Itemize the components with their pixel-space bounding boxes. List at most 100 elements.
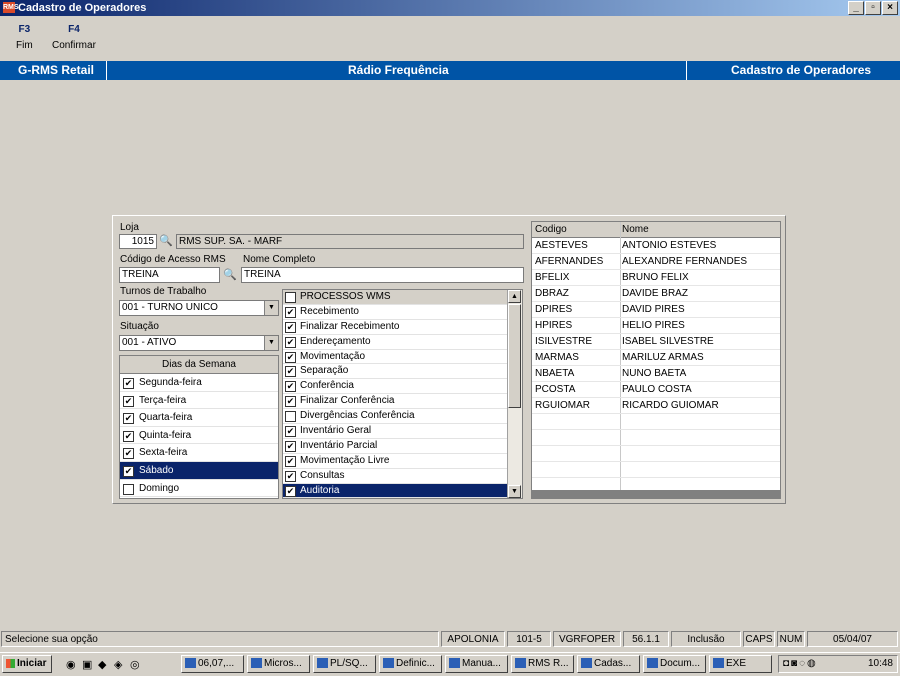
codigo-search-icon[interactable]: 🔍 <box>223 268 237 282</box>
tray-icons[interactable]: ◘◙◌◍ <box>783 656 818 672</box>
table-row-empty[interactable] <box>532 430 780 446</box>
quicklaunch-app-icon[interactable]: ◆ <box>98 658 106 671</box>
table-row[interactable]: HPIRES HELIO PIRES <box>532 318 780 334</box>
quicklaunch-app2-icon[interactable]: ◈ <box>114 658 122 671</box>
taskbar-item[interactable]: Manua... <box>445 655 508 673</box>
table-row[interactable]: NBAETA NUNO BAETA <box>532 366 780 382</box>
table-row[interactable]: MARMAS MARILUZ ARMAS <box>532 350 780 366</box>
day-item[interactable]: ✔ Quarta-feira <box>120 409 278 427</box>
day-item[interactable]: Domingo <box>120 480 278 498</box>
column-header-codigo[interactable]: Codigo <box>535 222 567 237</box>
table-row[interactable]: AESTEVES ANTONIO ESTEVES <box>532 238 780 254</box>
f4-confirmar-button[interactable]: F4 Confirmar <box>52 24 96 51</box>
process-item[interactable]: Divergências Conferência <box>283 409 522 425</box>
start-button[interactable]: Iniciar <box>2 655 52 673</box>
table-row-empty[interactable] <box>532 446 780 462</box>
taskbar-item[interactable]: Docum... <box>643 655 706 673</box>
table-row-empty[interactable] <box>532 414 780 430</box>
table-row[interactable]: PCOSTA PAULO COSTA <box>532 382 780 398</box>
minimize-button[interactable]: _ <box>848 1 864 15</box>
scroll-down-icon[interactable]: ▼ <box>508 485 521 498</box>
process-item[interactable]: ✔ Movimentação Livre <box>283 454 522 469</box>
day-item[interactable]: ✔ Segunda-feira <box>120 374 278 392</box>
f3-fim-button[interactable]: F3 Fim <box>16 24 33 51</box>
folder-icon <box>713 658 724 669</box>
checkbox-icon[interactable]: ✔ <box>285 455 296 467</box>
restore-button[interactable]: ▫ <box>865 1 881 15</box>
quicklaunch-ie-icon[interactable]: ◉ <box>66 658 76 671</box>
scroll-thumb[interactable] <box>508 304 521 408</box>
process-item-selected[interactable]: ✔ Auditoria <box>283 483 522 498</box>
taskbar-item[interactable]: EXE <box>709 655 772 673</box>
codigo-acesso-field[interactable]: TREINA <box>119 267 220 283</box>
checkbox-icon[interactable]: ✔ <box>285 485 296 497</box>
checkbox-icon[interactable] <box>285 411 296 423</box>
processos-scrollbar[interactable]: ▲ ▼ <box>507 290 522 498</box>
taskbar-item[interactable]: PL/SQ... <box>313 655 376 673</box>
taskbar-item[interactable]: Definic... <box>379 655 442 673</box>
checkbox-icon[interactable]: ✔ <box>285 381 296 393</box>
table-row-empty[interactable] <box>532 462 780 478</box>
turnos-select[interactable]: 001 - TURNO UNICO ▼ <box>119 300 279 316</box>
table-row[interactable]: DBRAZ DAVIDE BRAZ <box>532 286 780 302</box>
day-item[interactable]: ✔ Sexta-feira <box>120 444 278 462</box>
process-item[interactable]: ✔ Recebimento <box>283 305 522 320</box>
process-item[interactable]: ✔ Finalizar Recebimento <box>283 320 522 335</box>
checkbox-icon[interactable]: ✔ <box>123 395 134 407</box>
chevron-down-icon[interactable]: ▼ <box>264 301 278 315</box>
quicklaunch-folder-icon[interactable]: ▣ <box>82 658 92 671</box>
checkbox-icon[interactable]: ✔ <box>285 470 296 482</box>
day-item[interactable]: ✔ Quinta-feira <box>120 427 278 445</box>
nome-completo-field[interactable]: TREINA <box>241 267 524 283</box>
process-item[interactable]: ✔ Inventário Parcial <box>283 439 522 454</box>
grid-horizontal-scrollbar[interactable] <box>532 490 780 498</box>
checkbox-icon[interactable]: ✔ <box>285 321 296 333</box>
situacao-select[interactable]: 001 - ATIVO ▼ <box>119 335 279 351</box>
loja-search-icon[interactable]: 🔍 <box>159 234 173 248</box>
checkbox-icon[interactable]: ✔ <box>285 440 296 452</box>
scroll-up-icon[interactable]: ▲ <box>508 290 521 303</box>
process-item[interactable]: ✔ Separação <box>283 364 522 380</box>
checkbox-icon[interactable]: ✔ <box>123 430 134 442</box>
taskbar-item[interactable]: 06,07,... <box>181 655 244 673</box>
process-item[interactable]: ✔ Inventário Geral <box>283 424 522 439</box>
process-item[interactable]: ✔ Endereçamento <box>283 335 522 350</box>
quicklaunch-app3-icon[interactable]: ◎ <box>130 658 140 671</box>
chevron-down-icon[interactable]: ▼ <box>264 336 278 350</box>
checkbox-icon[interactable]: ✔ <box>285 351 296 363</box>
status-code: 101-5 <box>507 631 551 647</box>
checkbox-icon[interactable]: ✔ <box>123 413 134 425</box>
taskbar-item[interactable]: Cadas... <box>577 655 640 673</box>
table-row[interactable]: BFELIX BRUNO FELIX <box>532 270 780 286</box>
table-row[interactable]: AFERNANDES ALEXANDRE FERNANDES <box>532 254 780 270</box>
process-item[interactable]: ✔ Consultas <box>283 469 522 484</box>
windows-taskbar: Iniciar ◉ ▣ ◆ ◈ ◎ 06,07,... Micros... PL… <box>0 652 900 676</box>
checkbox-icon[interactable]: ✔ <box>123 448 134 460</box>
processos-header[interactable]: PROCESSOS WMS <box>283 290 522 305</box>
table-row[interactable]: DPIRES DAVID PIRES <box>532 302 780 318</box>
column-header-nome[interactable]: Nome <box>622 222 649 237</box>
checkbox-icon[interactable]: ✔ <box>285 366 296 378</box>
table-row[interactable]: ISILVESTRE ISABEL SILVESTRE <box>532 334 780 350</box>
day-item[interactable]: ✔ Terça-feira <box>120 392 278 410</box>
checkbox-icon[interactable] <box>285 292 296 303</box>
checkbox-icon[interactable]: ✔ <box>123 378 134 389</box>
process-item[interactable]: ✔ Movimentação <box>283 350 522 365</box>
taskbar-item[interactable]: Micros... <box>247 655 310 673</box>
taskbar-clock[interactable]: 10:48 <box>868 656 893 672</box>
checkbox-icon[interactable]: ✔ <box>285 306 296 318</box>
checkbox-icon[interactable]: ✔ <box>285 396 296 408</box>
close-button[interactable]: × <box>882 1 898 15</box>
loja-code-field[interactable]: 1015 <box>119 234 157 249</box>
process-item[interactable]: ✔ Finalizar Conferência <box>283 394 522 410</box>
status-version: 56.1.1 <box>623 631 669 647</box>
checkbox-icon[interactable]: ✔ <box>285 426 296 438</box>
header-module: Rádio Frequência <box>348 63 449 77</box>
process-item[interactable]: ✔ Conferência <box>283 379 522 395</box>
checkbox-icon[interactable]: ✔ <box>123 465 134 477</box>
checkbox-icon[interactable]: ✔ <box>285 336 296 348</box>
table-row[interactable]: RGUIOMAR RICARDO GUIOMAR <box>532 398 780 414</box>
checkbox-icon[interactable] <box>123 483 134 495</box>
day-item-selected[interactable]: ✔ Sábado <box>120 461 278 480</box>
taskbar-item[interactable]: RMS R... <box>511 655 574 673</box>
